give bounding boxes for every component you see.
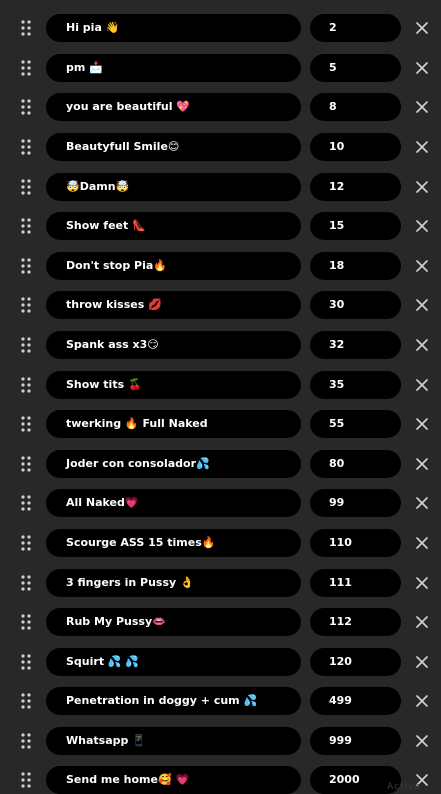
- tip-amount-field[interactable]: 120: [310, 648, 401, 676]
- tip-menu-row: Penetration in doggy + cum 💦 499: [0, 687, 441, 715]
- close-icon[interactable]: [415, 100, 429, 114]
- tip-menu-row: Rub My Pussy👄 112: [0, 608, 441, 636]
- close-icon[interactable]: [415, 378, 429, 392]
- tip-label-field[interactable]: 3 fingers in Pussy 👌: [46, 569, 301, 597]
- drag-handle-icon[interactable]: [21, 772, 31, 788]
- tip-label-field[interactable]: Rub My Pussy👄: [46, 608, 301, 636]
- drag-handle-icon[interactable]: [21, 297, 31, 313]
- tip-amount-field[interactable]: 99: [310, 489, 401, 517]
- tip-amount-field[interactable]: 80: [310, 450, 401, 478]
- tip-amount-field[interactable]: 110: [310, 529, 401, 557]
- tip-menu-row: throw kisses 💋 30: [0, 291, 441, 319]
- tip-label-field[interactable]: twerking 🔥 Full Naked: [46, 410, 301, 438]
- tip-menu-row: Show tits 🍒 35: [0, 371, 441, 399]
- tip-amount-field[interactable]: 55: [310, 410, 401, 438]
- tip-label-field[interactable]: Scourge ASS 15 times🔥: [46, 529, 301, 557]
- close-icon[interactable]: [415, 338, 429, 352]
- close-icon[interactable]: [415, 219, 429, 233]
- tip-label-field[interactable]: Show feet 👠: [46, 212, 301, 240]
- tip-amount-field[interactable]: 10: [310, 133, 401, 161]
- tip-label-field[interactable]: pm 📩: [46, 54, 301, 82]
- drag-handle-icon[interactable]: [21, 575, 31, 591]
- tip-menu-row: Whatsapp 📱 999: [0, 727, 441, 755]
- tip-label-field[interactable]: Show tits 🍒: [46, 371, 301, 399]
- close-icon[interactable]: [415, 180, 429, 194]
- tip-amount-field[interactable]: 15: [310, 212, 401, 240]
- tip-menu-row: Joder con consolador💦 80: [0, 450, 441, 478]
- drag-handle-icon[interactable]: [21, 535, 31, 551]
- tip-amount-field[interactable]: 35: [310, 371, 401, 399]
- drag-handle-icon[interactable]: [21, 20, 31, 36]
- tip-label-field[interactable]: Hi pia 👋: [46, 14, 301, 42]
- drag-handle-icon[interactable]: [21, 416, 31, 432]
- drag-handle-icon[interactable]: [21, 258, 31, 274]
- close-icon[interactable]: [415, 298, 429, 312]
- tip-menu-row: All Naked💗 99: [0, 489, 441, 517]
- tip-label-field[interactable]: Penetration in doggy + cum 💦: [46, 687, 301, 715]
- close-icon[interactable]: [415, 496, 429, 510]
- tip-amount-field[interactable]: 32: [310, 331, 401, 359]
- tip-menu-row: Send me home🥰 💗 2000: [0, 766, 441, 794]
- tip-amount-field[interactable]: 111: [310, 569, 401, 597]
- tip-amount-field[interactable]: 5: [310, 54, 401, 82]
- close-icon[interactable]: [415, 457, 429, 471]
- drag-handle-icon[interactable]: [21, 654, 31, 670]
- tip-amount-field[interactable]: 999: [310, 727, 401, 755]
- tip-menu-row: Squirt 💦 💦 120: [0, 648, 441, 676]
- tip-label-field[interactable]: Whatsapp 📱: [46, 727, 301, 755]
- tip-amount-field[interactable]: 18: [310, 252, 401, 280]
- close-icon[interactable]: [415, 536, 429, 550]
- tip-menu-row: pm 📩 5: [0, 54, 441, 82]
- tip-amount-field[interactable]: 12: [310, 173, 401, 201]
- tip-label-field[interactable]: Beautyfull Smile😊: [46, 133, 301, 161]
- close-icon[interactable]: [415, 615, 429, 629]
- tip-label-field[interactable]: Send me home🥰 💗: [46, 766, 301, 794]
- tip-label-field[interactable]: All Naked💗: [46, 489, 301, 517]
- close-icon[interactable]: [415, 734, 429, 748]
- drag-handle-icon[interactable]: [21, 495, 31, 511]
- tip-label-field[interactable]: Squirt 💦 💦: [46, 648, 301, 676]
- drag-handle-icon[interactable]: [21, 733, 31, 749]
- tip-label-field[interactable]: Don't stop Pia🔥: [46, 252, 301, 280]
- close-icon[interactable]: [415, 61, 429, 75]
- close-icon[interactable]: [415, 576, 429, 590]
- tip-label-field[interactable]: throw kisses 💋: [46, 291, 301, 319]
- drag-handle-icon[interactable]: [21, 60, 31, 76]
- tip-amount-field[interactable]: 8: [310, 93, 401, 121]
- tip-label-field[interactable]: 🤯Damn🤯: [46, 173, 301, 201]
- drag-handle-icon[interactable]: [21, 218, 31, 234]
- close-icon[interactable]: [415, 694, 429, 708]
- tip-menu-row: Show feet 👠 15: [0, 212, 441, 240]
- tip-label-field[interactable]: you are beautiful 💖: [46, 93, 301, 121]
- tip-menu-row: Scourge ASS 15 times🔥 110: [0, 529, 441, 557]
- close-icon[interactable]: [415, 259, 429, 273]
- tip-amount-field[interactable]: 499: [310, 687, 401, 715]
- tip-amount-field[interactable]: 112: [310, 608, 401, 636]
- drag-handle-icon[interactable]: [21, 337, 31, 353]
- tip-menu-row: you are beautiful 💖 8: [0, 93, 441, 121]
- watermark-text: Activa: [387, 782, 421, 792]
- tip-menu-row: 🤯Damn🤯 12: [0, 173, 441, 201]
- tip-amount-field[interactable]: 30: [310, 291, 401, 319]
- tip-menu-row: Beautyfull Smile😊 10: [0, 133, 441, 161]
- tip-menu-row: 3 fingers in Pussy 👌 111: [0, 569, 441, 597]
- close-icon[interactable]: [415, 655, 429, 669]
- close-icon[interactable]: [415, 140, 429, 154]
- tip-menu-row: Spank ass x3😏 32: [0, 331, 441, 359]
- tip-label-field[interactable]: Joder con consolador💦: [46, 450, 301, 478]
- drag-handle-icon[interactable]: [21, 139, 31, 155]
- tip-menu-row: Don't stop Pia🔥 18: [0, 252, 441, 280]
- drag-handle-icon[interactable]: [21, 99, 31, 115]
- tip-menu-row: Hi pia 👋 2: [0, 14, 441, 42]
- tip-menu-row: twerking 🔥 Full Naked 55: [0, 410, 441, 438]
- drag-handle-icon[interactable]: [21, 614, 31, 630]
- drag-handle-icon[interactable]: [21, 377, 31, 393]
- tip-label-field[interactable]: Spank ass x3😏: [46, 331, 301, 359]
- drag-handle-icon[interactable]: [21, 693, 31, 709]
- drag-handle-icon[interactable]: [21, 179, 31, 195]
- close-icon[interactable]: [415, 21, 429, 35]
- close-icon[interactable]: [415, 417, 429, 431]
- tip-amount-field[interactable]: 2: [310, 14, 401, 42]
- drag-handle-icon[interactable]: [21, 456, 31, 472]
